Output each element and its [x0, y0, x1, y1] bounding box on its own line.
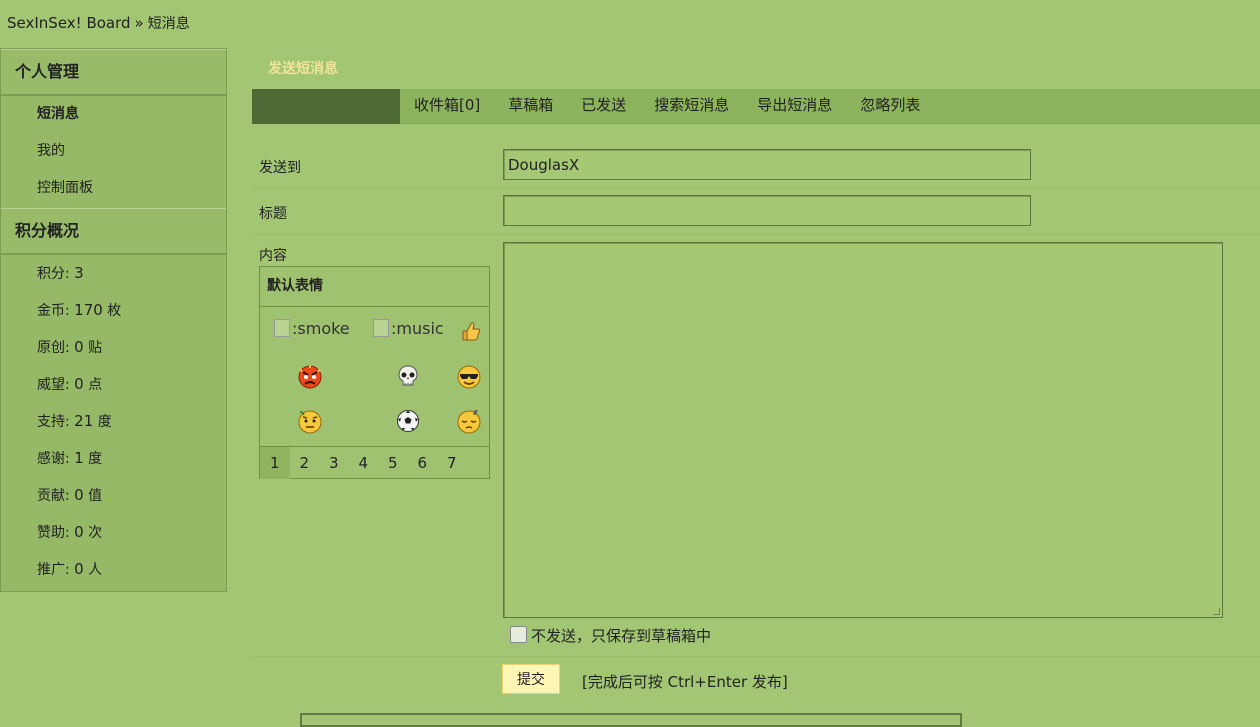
tab-bar: 收件箱[0] 草稿箱 已发送 搜索短消息 导出短消息 忽略列表 — [252, 89, 1260, 124]
resize-handle[interactable] — [1213, 608, 1220, 615]
page-title: 发送短消息 — [268, 61, 338, 77]
credit-coins: 金币: 170 枚 — [37, 301, 122, 319]
save-draft-row: 不发送，只保存到草稿箱中 — [510, 625, 711, 646]
breadcrumb: SexInSex! Board» 短消息 — [7, 13, 190, 33]
smilies-title: 默认表情 — [260, 267, 489, 307]
credit-sponsor: 赞助: 0 次 — [37, 523, 103, 541]
breadcrumb-current: 短消息 — [147, 16, 190, 32]
tab-drafts[interactable]: 草稿箱 — [494, 89, 567, 123]
broken-image-icon — [373, 319, 389, 337]
save-draft-checkbox[interactable] — [510, 626, 527, 643]
smilies-panel: 默认表情 :smoke :music 1 2 3 4 5 6 7 — [259, 266, 490, 479]
smilies-page-2[interactable]: 2 — [290, 447, 320, 479]
sidebar: 个人管理 短消息 我的 控制面板 积分概况 积分: 3 金币: 170 枚 原创… — [0, 48, 227, 592]
soccer-ball-icon[interactable] — [396, 409, 420, 433]
subject-input[interactable] — [503, 195, 1031, 226]
smiley-music-broken[interactable]: :music — [373, 319, 444, 338]
credit-thanks: 感谢: 1 度 — [37, 449, 103, 467]
sidebar-item-control-panel[interactable]: 控制面板 — [1, 170, 226, 207]
credit-prestige: 威望: 0 点 — [37, 375, 103, 393]
tab-inbox[interactable]: 收件箱[0] — [400, 89, 494, 123]
angry-face-icon[interactable] — [297, 364, 323, 390]
sleepy-face-icon[interactable] — [456, 409, 482, 435]
credit-support: 支持: 21 度 — [37, 412, 112, 430]
tab-export[interactable]: 导出短消息 — [743, 89, 846, 123]
smilies-page-5[interactable]: 5 — [378, 447, 408, 479]
content-label: 内容 — [259, 248, 287, 264]
tab-ignore-list[interactable]: 忽略列表 — [846, 89, 934, 123]
thinking-face-icon[interactable] — [297, 409, 323, 435]
credits-list: 积分: 3 金币: 170 枚 原创: 0 贴 威望: 0 点 支持: 21 度… — [1, 255, 226, 588]
credit-contribution: 贡献: 0 值 — [37, 486, 103, 504]
tab-search[interactable]: 搜索短消息 — [640, 89, 743, 123]
breadcrumb-separator: » — [134, 14, 144, 32]
divider — [252, 656, 1260, 657]
submit-button[interactable]: 提交 — [502, 664, 560, 694]
message-content-textarea[interactable] — [503, 242, 1223, 618]
skull-icon[interactable] — [396, 364, 420, 388]
smilies-page-4[interactable]: 4 — [349, 447, 379, 479]
credit-original: 原创: 0 贴 — [37, 338, 103, 356]
row-subject: 标题 — [252, 189, 1260, 235]
sidebar-item-mine[interactable]: 我的 — [1, 133, 226, 170]
sidebar-section-personal: 个人管理 — [1, 49, 226, 96]
send-to-input[interactable] — [503, 149, 1031, 180]
credit-promotion: 推广: 0 人 — [37, 560, 103, 578]
sidebar-item-messages[interactable]: 短消息 — [1, 96, 226, 133]
smiley-smoke-broken[interactable]: :smoke — [274, 319, 350, 338]
save-draft-label: 不发送，只保存到草稿箱中 — [531, 627, 712, 645]
cool-sunglasses-icon[interactable] — [456, 364, 482, 390]
thumbs-up-icon[interactable] — [459, 319, 483, 343]
smilies-page-6[interactable]: 6 — [408, 447, 438, 479]
sidebar-section-credits: 积分概况 — [1, 208, 226, 255]
credit-points: 积分: 3 — [37, 264, 84, 282]
smilies-page-7[interactable]: 7 — [437, 447, 467, 479]
smilies-pagination: 1 2 3 4 5 6 7 — [260, 447, 489, 479]
tab-sent[interactable]: 已发送 — [567, 89, 640, 123]
broken-image-icon — [274, 319, 290, 337]
subject-label: 标题 — [259, 206, 287, 222]
send-to-label: 发送到 — [259, 160, 301, 176]
tab-active-marker — [252, 89, 400, 124]
submit-hint: [完成后可按 Ctrl+Enter 发布] — [582, 673, 788, 691]
row-send-to: 发送到 — [252, 144, 1260, 189]
smilies-grid: :smoke :music — [260, 307, 489, 447]
smilies-page-1[interactable]: 1 — [260, 447, 290, 479]
bottom-panel-edge — [300, 713, 962, 727]
breadcrumb-board-link[interactable]: SexInSex! Board — [7, 14, 131, 32]
smilies-page-3[interactable]: 3 — [319, 447, 349, 479]
